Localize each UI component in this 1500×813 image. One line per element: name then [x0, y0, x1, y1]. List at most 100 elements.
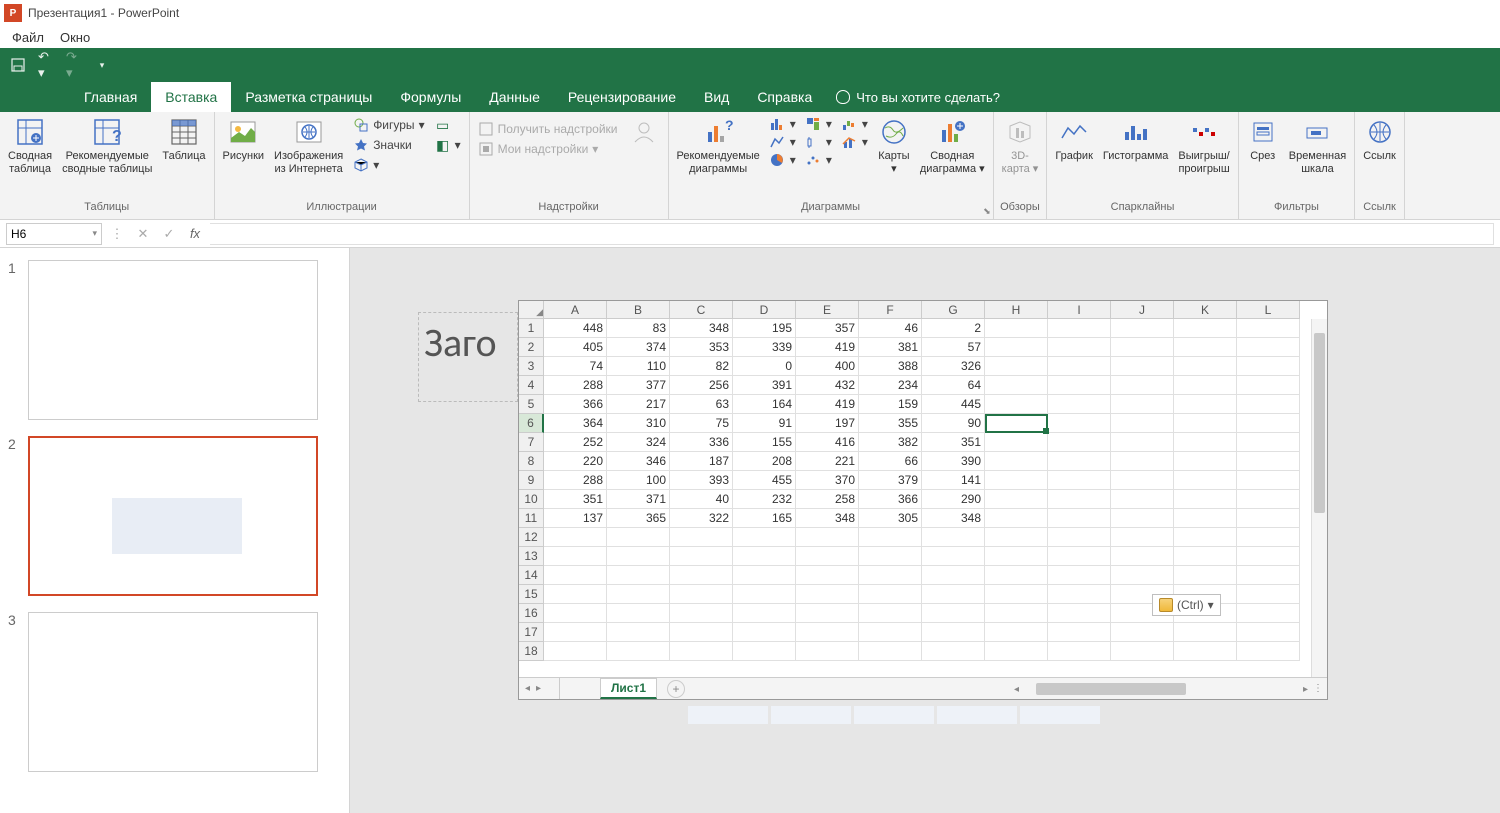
cell[interactable]	[607, 585, 670, 604]
link-button[interactable]: Ссылк	[1359, 114, 1400, 165]
cell[interactable]: 256	[670, 376, 733, 395]
tab-home[interactable]: Главная	[70, 82, 151, 112]
row-header[interactable]: 11	[519, 509, 544, 528]
cell[interactable]	[1111, 642, 1174, 661]
cell[interactable]: 83	[607, 319, 670, 338]
cell[interactable]: 288	[544, 471, 607, 490]
tell-me-search[interactable]: Что вы хотите сделать?	[836, 90, 1000, 105]
row-header[interactable]: 6	[519, 414, 544, 433]
cell[interactable]	[1237, 376, 1300, 395]
cell[interactable]	[1111, 528, 1174, 547]
cell[interactable]: 346	[607, 452, 670, 471]
cell[interactable]: 110	[607, 357, 670, 376]
cell[interactable]	[607, 547, 670, 566]
cell[interactable]	[1111, 490, 1174, 509]
cell[interactable]: 381	[859, 338, 922, 357]
undo-button[interactable]: ↶ ▾	[38, 57, 54, 73]
cell[interactable]: 355	[859, 414, 922, 433]
cell[interactable]: 258	[796, 490, 859, 509]
slides-panel[interactable]: 1 2 3	[0, 248, 350, 813]
cell[interactable]	[1048, 547, 1111, 566]
cell[interactable]	[1048, 395, 1111, 414]
sparkline-column-button[interactable]: Гистограмма	[1099, 114, 1173, 165]
cell[interactable]: 370	[796, 471, 859, 490]
row-header[interactable]: 5	[519, 395, 544, 414]
vscroll-thumb[interactable]	[1314, 333, 1325, 513]
row-headers[interactable]: 123456789101112131415161718	[519, 319, 544, 661]
sheet-nav[interactable]: ◂▸	[519, 683, 559, 694]
fx-button[interactable]: fx	[184, 223, 206, 245]
cell[interactable]	[796, 547, 859, 566]
cell[interactable]	[1237, 509, 1300, 528]
cell[interactable]: 390	[922, 452, 985, 471]
cell[interactable]	[985, 319, 1048, 338]
hscroll-thumb[interactable]	[1036, 683, 1186, 695]
cell[interactable]	[607, 604, 670, 623]
row-header[interactable]: 1	[519, 319, 544, 338]
cell[interactable]	[1111, 376, 1174, 395]
cell[interactable]	[1237, 338, 1300, 357]
cell[interactable]	[859, 604, 922, 623]
cell[interactable]	[1048, 490, 1111, 509]
cell[interactable]	[1174, 490, 1237, 509]
screenshot-button[interactable]: ◧▾	[433, 136, 463, 154]
cell[interactable]	[985, 509, 1048, 528]
icons-button[interactable]: Значки	[351, 136, 426, 154]
addin-people-button[interactable]	[624, 114, 664, 150]
slide-thumb-3[interactable]: 3	[8, 612, 341, 772]
my-addins-button[interactable]: Мои надстройки ▾	[476, 140, 620, 158]
cell[interactable]	[544, 642, 607, 661]
cell[interactable]: 75	[670, 414, 733, 433]
cell[interactable]: 351	[544, 490, 607, 509]
cell[interactable]: 365	[607, 509, 670, 528]
cell[interactable]: 419	[796, 395, 859, 414]
cell[interactable]	[985, 433, 1048, 452]
cell[interactable]: 400	[796, 357, 859, 376]
cell[interactable]	[1237, 528, 1300, 547]
cell[interactable]	[1048, 338, 1111, 357]
row-header[interactable]: 18	[519, 642, 544, 661]
cell[interactable]	[796, 585, 859, 604]
cell[interactable]	[985, 547, 1048, 566]
cell[interactable]	[1048, 433, 1111, 452]
col-header[interactable]: C	[670, 301, 733, 319]
cell[interactable]	[1111, 547, 1174, 566]
cell[interactable]: 252	[544, 433, 607, 452]
row-header[interactable]: 8	[519, 452, 544, 471]
cell[interactable]	[607, 623, 670, 642]
cell[interactable]: 357	[796, 319, 859, 338]
cell[interactable]	[1174, 547, 1237, 566]
col-header[interactable]: H	[985, 301, 1048, 319]
cell[interactable]	[1237, 623, 1300, 642]
cell[interactable]: 63	[670, 395, 733, 414]
cell[interactable]	[985, 414, 1048, 433]
cell[interactable]	[1111, 509, 1174, 528]
cell[interactable]	[985, 471, 1048, 490]
col-header[interactable]: D	[733, 301, 796, 319]
cell[interactable]	[796, 642, 859, 661]
cell[interactable]	[922, 604, 985, 623]
statistic-chart-button[interactable]: ▾	[804, 134, 834, 150]
cell[interactable]	[544, 623, 607, 642]
cell[interactable]	[985, 604, 1048, 623]
cell[interactable]: 100	[607, 471, 670, 490]
cell[interactable]	[922, 547, 985, 566]
cell[interactable]	[544, 566, 607, 585]
cell[interactable]: 405	[544, 338, 607, 357]
pivot-chart-button[interactable]: Сводная диаграмма ▾	[916, 114, 989, 177]
row-header[interactable]: 4	[519, 376, 544, 395]
cell[interactable]: 305	[859, 509, 922, 528]
cell[interactable]	[1174, 471, 1237, 490]
cell[interactable]	[859, 547, 922, 566]
cell[interactable]	[1174, 566, 1237, 585]
tab-help[interactable]: Справка	[743, 82, 826, 112]
slicer-button[interactable]: Срез	[1243, 114, 1283, 165]
cell[interactable]	[670, 623, 733, 642]
smartart-button[interactable]: ▭	[433, 116, 463, 134]
cell[interactable]: 374	[607, 338, 670, 357]
cell[interactable]	[985, 528, 1048, 547]
cell[interactable]: 64	[922, 376, 985, 395]
col-header[interactable]: A	[544, 301, 607, 319]
row-header[interactable]: 14	[519, 566, 544, 585]
cell[interactable]	[1048, 319, 1111, 338]
